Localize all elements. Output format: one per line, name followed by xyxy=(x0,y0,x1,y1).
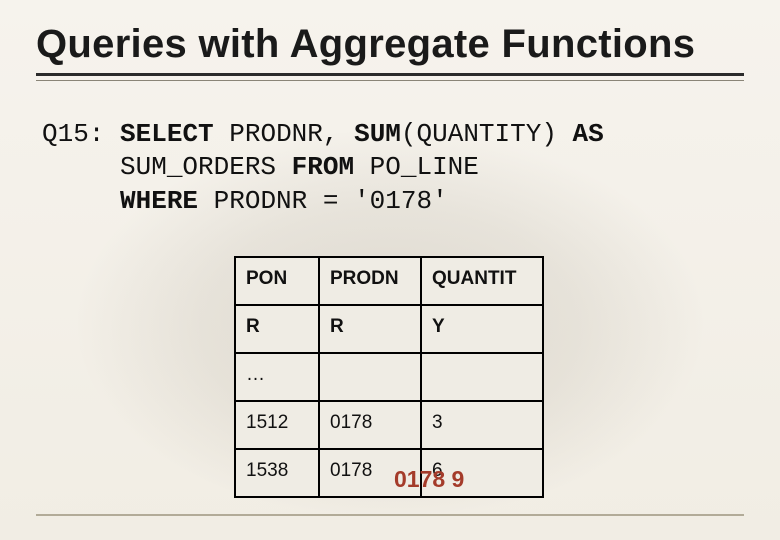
table-row: 1512 0178 3 xyxy=(235,401,543,449)
sample-table: PON PRODN QUANTIT R R Y … 1512 0178 3 15… xyxy=(234,256,544,498)
th-prodnr-1: PRODN xyxy=(319,257,421,305)
kw-sum: SUM xyxy=(354,119,401,149)
th-ponr-2: R xyxy=(235,305,319,353)
where-pad xyxy=(42,186,120,216)
empty-cell xyxy=(319,353,421,401)
sum-arg: (QUANTITY) xyxy=(401,119,573,149)
slide: Queries with Aggregate Functions Q15: SE… xyxy=(0,0,780,540)
select-cols: PRODNR, xyxy=(214,119,354,149)
cell-ponr: 1512 xyxy=(235,401,319,449)
th-ponr-1: PON xyxy=(235,257,319,305)
cell-quantity: 6 xyxy=(421,449,543,497)
from-table: PO_LINE xyxy=(354,152,479,182)
sql-query-block: Q15: SELECT PRODNR, SUM(QUANTITY) AS SUM… xyxy=(42,118,750,218)
header-row-2: R R Y xyxy=(235,305,543,353)
kw-from: FROM xyxy=(292,152,354,182)
th-quantity-2: Y xyxy=(421,305,543,353)
header-row-1: PON PRODN QUANTIT xyxy=(235,257,543,305)
th-prodnr-2: R xyxy=(319,305,421,353)
cell-prodnr: 0178 xyxy=(319,449,421,497)
footer-rule xyxy=(36,514,744,516)
cell-prodnr: 0178 xyxy=(319,401,421,449)
cell-ponr: 1538 xyxy=(235,449,319,497)
empty-cell xyxy=(421,353,543,401)
query-label: Q15: xyxy=(42,119,104,149)
kw-select: SELECT xyxy=(120,119,214,149)
page-title: Queries with Aggregate Functions xyxy=(36,22,744,76)
kw-as: AS xyxy=(573,119,604,149)
alias-line: SUM_ORDERS xyxy=(42,152,292,182)
kw-where: WHERE xyxy=(120,186,198,216)
cell-quantity: 3 xyxy=(421,401,543,449)
table-row: 1538 0178 6 xyxy=(235,449,543,497)
ellipsis-cell: … xyxy=(235,353,319,401)
where-pred: PRODNR = '0178' xyxy=(198,186,448,216)
th-quantity-1: QUANTIT xyxy=(421,257,543,305)
ellipsis-row: … xyxy=(235,353,543,401)
